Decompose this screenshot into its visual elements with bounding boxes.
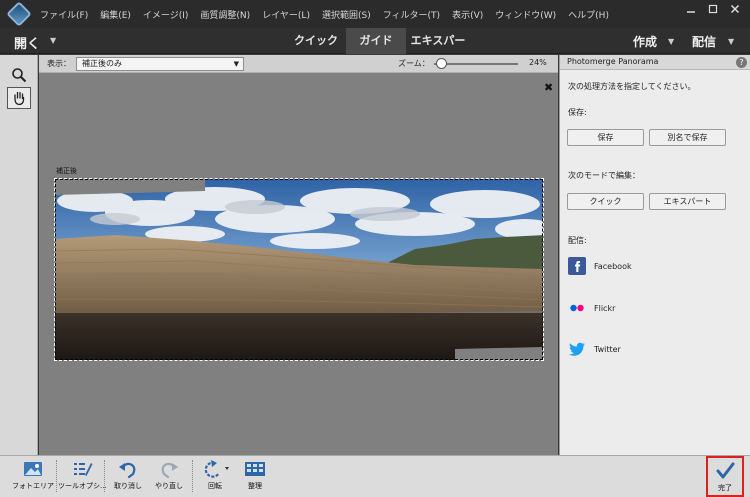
undo-button[interactable]: 取り消し <box>114 459 142 491</box>
quick-mode-button[interactable]: クイック <box>567 193 644 210</box>
toolbar-divider <box>104 460 105 492</box>
toolbar-divider <box>56 460 57 492</box>
guided-edit-panel: Photomerge Panorama ? 次の処理方法を指定してください。 保… <box>559 55 750 455</box>
maximize-icon[interactable] <box>704 4 722 18</box>
panel-instruction: 次の処理方法を指定してください。 <box>568 82 696 91</box>
help-icon[interactable]: ? <box>736 57 747 68</box>
share-heading: 配信: <box>568 236 587 245</box>
zoom-slider-thumb[interactable] <box>436 58 447 69</box>
share-button[interactable]: 配信 <box>692 33 716 50</box>
open-dropdown-icon[interactable]: ▼ <box>50 36 56 45</box>
share-twitter-label: Twitter <box>594 344 621 354</box>
panel-title: Photomerge Panorama <box>567 57 659 66</box>
share-facebook-label: Facebook <box>594 261 632 271</box>
arrange-icon <box>245 462 265 476</box>
share-twitter[interactable]: Twitter <box>568 339 621 359</box>
tab-expert[interactable]: エキスパート <box>407 28 469 73</box>
rotate-label: 回転 <box>208 482 222 490</box>
zoom-tool-icon[interactable] <box>7 64 31 86</box>
view-select[interactable]: 補正後のみ ▼ <box>76 57 244 71</box>
tool-options-label: ツールオプシ... <box>58 482 107 490</box>
save-heading: 保存: <box>568 108 587 117</box>
expert-mode-button[interactable]: エキスパート <box>649 193 726 210</box>
menu-enhance[interactable]: 画質調整(N) <box>200 8 250 21</box>
undo-label: 取り消し <box>114 482 142 490</box>
redo-button[interactable]: やり直し <box>155 459 183 491</box>
arrange-button[interactable]: 整理 <box>244 459 266 491</box>
tool-options-icon <box>74 463 93 476</box>
flickr-icon <box>570 304 584 312</box>
view-select-value: 補正後のみ <box>82 59 122 68</box>
menu-filter[interactable]: フィルター(T) <box>383 8 440 21</box>
save-button[interactable]: 保存 <box>567 129 644 146</box>
photo-area-label: フォトエリア <box>12 482 54 490</box>
hand-tool-icon[interactable] <box>7 87 31 109</box>
menu-select[interactable]: 選択範囲(S) <box>322 8 371 21</box>
menu-window[interactable]: ウィンドウ(W) <box>495 8 556 21</box>
menu-help[interactable]: ヘルプ(H) <box>568 8 609 21</box>
tab-guided[interactable]: ガイド <box>346 28 406 54</box>
view-label: 表示： <box>47 59 71 68</box>
tool-panel <box>0 55 38 455</box>
create-button[interactable]: 作成 <box>633 33 657 50</box>
save-as-button[interactable]: 別名で保存 <box>649 129 726 146</box>
zoom-label: ズーム： <box>398 59 430 68</box>
redo-label: やり直し <box>155 482 183 490</box>
undo-icon <box>119 462 136 479</box>
after-label: 補正後 <box>56 167 77 175</box>
share-flickr-label: Flickr <box>594 303 616 313</box>
minimize-icon[interactable] <box>682 4 700 18</box>
done-button[interactable]: 完了 <box>706 456 744 497</box>
zoom-value: 24% <box>529 58 547 67</box>
open-button[interactable]: 開く <box>14 33 40 52</box>
menu-layer[interactable]: レイヤー(L) <box>262 8 310 21</box>
create-dropdown-icon[interactable]: ▼ <box>668 37 674 46</box>
edit-mode-heading: 次のモードで編集： <box>568 171 640 180</box>
bottom-toolbar: フォトエリア ツールオプシ... 取り消し やり直し 回転 整理 完了 <box>0 455 750 497</box>
toolbar-divider <box>192 460 193 492</box>
app-logo-icon <box>6 1 32 27</box>
twitter-icon <box>568 342 585 356</box>
share-dropdown-icon[interactable]: ▼ <box>728 37 734 46</box>
menu-file[interactable]: ファイル(F) <box>40 8 88 21</box>
panel-header: Photomerge Panorama ? <box>560 55 750 70</box>
share-flickr[interactable]: Flickr <box>568 298 615 318</box>
image-canvas[interactable]: ✖ 補正後 <box>39 73 558 455</box>
menu-edit[interactable]: 編集(E) <box>100 8 131 21</box>
share-facebook[interactable]: Facebook <box>568 256 632 276</box>
facebook-icon <box>568 257 586 275</box>
close-window-icon[interactable] <box>726 4 744 18</box>
photo-area-button[interactable]: フォトエリア <box>12 459 54 491</box>
redo-icon <box>161 462 178 479</box>
window-controls <box>682 4 744 18</box>
view-options-bar: 表示： 補正後のみ ▼ ズーム： 24% <box>39 55 558 73</box>
menu-image[interactable]: イメージ(I) <box>143 8 189 21</box>
chevron-down-icon: ▼ <box>233 60 239 68</box>
checkmark-icon <box>716 462 735 479</box>
tool-options-button[interactable]: ツールオプシ... <box>58 459 107 491</box>
rotate-icon <box>204 460 229 478</box>
done-label: 完了 <box>718 484 732 492</box>
close-icon[interactable]: ✖ <box>544 81 553 94</box>
menu-view[interactable]: 表示(V) <box>452 8 483 21</box>
tab-quick[interactable]: クイック <box>288 28 344 54</box>
panorama-image <box>54 178 544 361</box>
photo-area-icon <box>24 462 42 476</box>
rotate-button[interactable]: 回転 <box>200 459 230 491</box>
arrange-label: 整理 <box>248 482 262 490</box>
mode-bar: 開く ▼ クイック ガイド エキスパート 作成 ▼ 配信 ▼ <box>0 28 750 73</box>
menu-bar: ファイル(F) 編集(E) イメージ(I) 画質調整(N) レイヤー(L) 選択… <box>0 0 750 28</box>
